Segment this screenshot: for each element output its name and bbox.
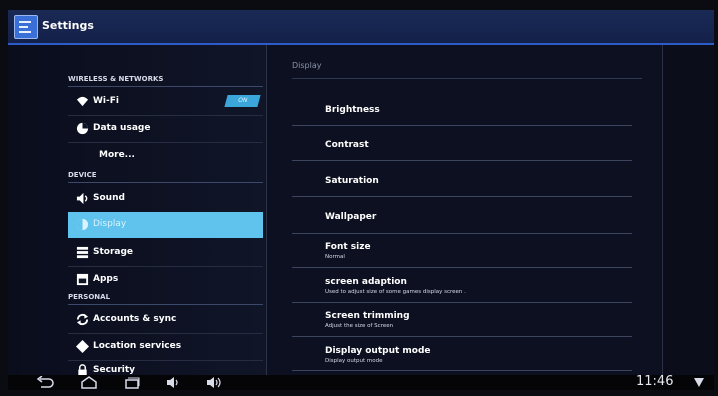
sidebar-item-label: Data usage [93,123,151,133]
sidebar-item-display[interactable]: Display [68,212,263,238]
sidebar-item-data-usage[interactable]: Data usage [68,116,263,142]
sidebar-item-location[interactable]: Location services [68,334,263,360]
list-divider [292,370,632,371]
sidebar-item-label: Wi-Fi [93,96,119,106]
setting-title: Wallpaper [325,212,377,222]
sync-icon [76,313,89,326]
setting-row-font-size[interactable]: Font size Normal [325,242,630,260]
page-title: Settings [42,19,94,32]
sidebar-item-label: Accounts & sync [93,314,177,324]
setting-title: Font size [325,242,371,252]
sidebar-item-wifi[interactable]: Wi-Fi ON [68,89,263,115]
list-divider [292,160,632,161]
wifi-status-icon [694,378,704,387]
sidebar-item-label: Display [93,219,127,229]
setting-summary: Adjust the size of Screen [325,323,394,329]
sidebar-item-storage[interactable]: Storage [68,240,263,266]
setting-title: Display output mode [325,346,431,356]
section-divider [68,86,263,87]
sidebar-item-label: Location services [93,341,182,351]
setting-row-saturation[interactable]: Saturation [325,176,630,186]
setting-row-screen-adaption[interactable]: screen adaption Used to adjust size of s… [325,277,630,295]
back-icon[interactable] [36,376,54,389]
speaker-icon [76,192,88,205]
setting-summary: Display output mode [325,358,383,364]
section-header-wireless: WIRELESS & NETWORKS [68,75,164,83]
setting-title: Saturation [325,176,379,186]
pane-margin [662,45,714,375]
wifi-icon [76,96,89,107]
settings-screen: Settings WIRELESS & NETWORKS Wi-Fi ON Da… [8,10,714,390]
list-divider [292,196,632,197]
section-header-device: DEVICE [68,171,97,179]
sidebar-item-label: Sound [93,193,125,203]
section-divider [68,182,263,183]
settings-app-icon[interactable] [14,15,38,39]
section-divider [68,304,263,305]
section-header-personal: PERSONAL [68,293,111,301]
volume-down-icon[interactable] [166,376,180,389]
sidebar-item-label: Apps [93,274,119,284]
setting-row-screen-trimming[interactable]: Screen trimming Adjust the size of Scree… [325,311,630,329]
sidebar-item-more[interactable]: More... [68,143,263,169]
data-usage-icon [76,122,89,135]
setting-title: screen adaption [325,277,407,287]
home-icon[interactable] [80,376,98,389]
system-navigation-bar: 11:46 [8,374,714,390]
title-bar: Settings [8,10,714,45]
display-settings-pane: Display Brightness Contrast Saturation W… [267,45,662,375]
setting-title: Brightness [325,105,380,115]
location-icon [76,340,89,353]
setting-row-display-output-mode[interactable]: Display output mode Display output mode [325,346,630,364]
setting-row-contrast[interactable]: Contrast [325,140,630,150]
apps-icon [76,273,89,286]
pane-header: Display [292,61,322,70]
sidebar-item-apps[interactable]: Apps [68,267,263,293]
recents-icon[interactable] [123,376,141,389]
status-clock: 11:46 [636,374,674,389]
sidebar-item-sound[interactable]: Sound [68,186,263,212]
setting-summary: Normal [325,254,345,260]
list-divider [292,233,632,234]
sidebar-item-label: More... [99,150,135,160]
sidebar-item-accounts-sync[interactable]: Accounts & sync [68,307,263,333]
list-divider [292,336,632,337]
list-divider [292,302,632,303]
list-divider [292,125,632,126]
setting-row-brightness[interactable]: Brightness [325,105,630,115]
setting-row-wallpaper[interactable]: Wallpaper [325,212,630,222]
sidebar-item-label: Security [93,365,136,375]
storage-icon [76,246,89,259]
setting-summary: Used to adjust size of some games displa… [325,289,466,295]
setting-title: Contrast [325,140,369,150]
sidebar-item-label: Storage [93,247,134,257]
settings-sidebar: WIRELESS & NETWORKS Wi-Fi ON Data usage … [8,45,266,377]
setting-title: Screen trimming [325,311,410,321]
brightness-icon [76,218,89,231]
volume-up-icon[interactable] [206,376,224,389]
wifi-toggle[interactable]: ON [224,95,261,107]
pane-header-divider [292,78,642,79]
list-divider [292,267,632,268]
